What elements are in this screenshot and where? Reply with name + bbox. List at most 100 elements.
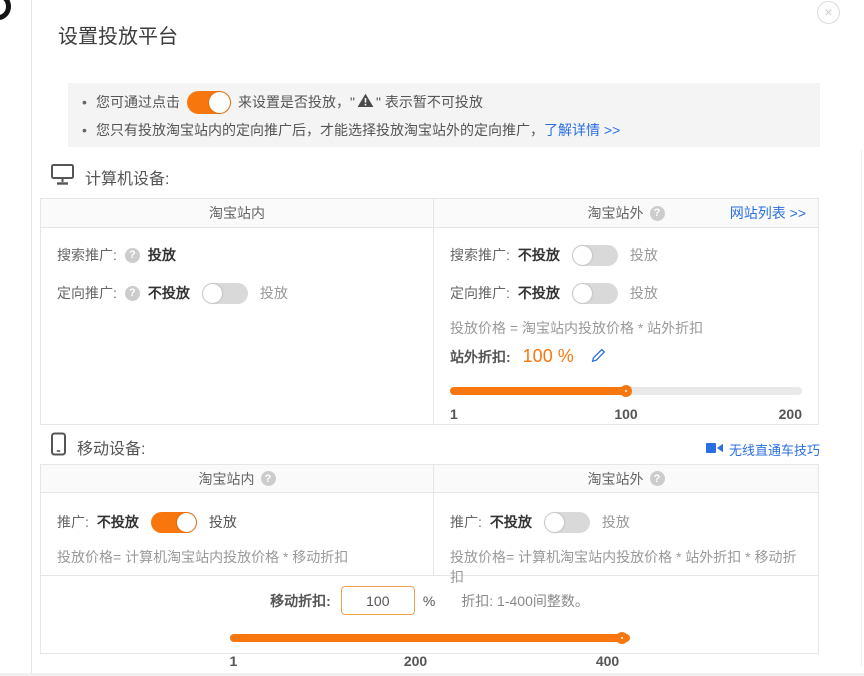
example-toggle[interactable] [187,91,231,114]
toggle-on-label: 投放 [209,512,237,532]
slider-fill [230,634,630,642]
scale-max: 400 [596,653,619,669]
mobile-outside-formula: 投放价格= 计算机淘宝站内投放价格 * 站外折扣 * 移动折扣 [450,547,802,587]
computer-outside-search-toggle[interactable] [572,245,618,266]
mobile-outside-header-label: 淘宝站外 [588,469,644,489]
wireless-tips-link[interactable]: 无线直通车技巧 [706,440,820,459]
mobile-section-title: 移动设备: [77,435,145,459]
learn-more-link[interactable]: 了解详情 >> [544,120,620,140]
outside-slider-scale: 1 100 200 [450,406,802,424]
search-promo-label: 搜索推广: [57,245,117,265]
computer-table: 淘宝站内 淘宝站外 ? 网站列表 >> 搜索推广: ? 投放 定向推广: ? 不… [40,198,819,425]
computer-outside-search-row: 搜索推广: 不投放 投放 [450,238,802,272]
help-icon[interactable]: ? [650,471,665,486]
notice-text-2: 您只有投放淘宝站内的定向推广后，才能选择投放淘宝站外的定向推广， [96,120,544,140]
mobile-inside-header: 淘宝站内 ? [41,465,433,492]
computer-section-header: 计算机设备: [50,163,169,191]
computer-inside-header: 淘宝站内 [41,199,433,227]
promo-status: 不投放 [490,512,532,532]
toggle-knob [573,284,592,303]
search-promo-label: 搜索推广: [450,245,510,265]
close-button[interactable]: × [817,1,840,24]
bullet-icon: • [82,122,96,138]
toggle-knob [203,284,222,303]
scale-min: 1 [230,653,238,669]
notice-line-1: • 您可通过点击 来设置是否投放，" " 表示暂不可投放 [82,88,806,116]
computer-inside-search-row: 搜索推广: ? 投放 [57,238,417,272]
mobile-discount-hint: 折扣: 1-400间整数。 [461,591,589,611]
dialog-right-border [861,150,862,666]
outside-discount-slider[interactable] [450,381,802,401]
computer-inside-cell: 搜索推广: ? 投放 定向推广: ? 不投放 投放 [41,228,433,424]
computer-outside-target-toggle[interactable] [572,283,618,304]
mobile-discount-row: 移动折扣: % 折扣: 1-400间整数。 1 200 400 [41,576,818,671]
slider-handle[interactable] [620,385,632,397]
outside-discount-line: 站外折扣: 100 % [450,346,802,367]
notice-text-before-toggle: 您可通过点击 [96,92,180,112]
bullet-icon: • [82,94,96,110]
outside-discount-label: 站外折扣: [450,347,511,367]
computer-inside-target-toggle[interactable] [202,283,248,304]
toggle-knob [209,92,230,113]
mobile-inside-toggle[interactable] [151,512,197,533]
mobile-outside-header: 淘宝站外 ? [433,465,818,492]
notice-line-2: • 您只有投放淘宝站内的定向推广后，才能选择投放淘宝站外的定向推广， 了解详情 … [82,116,806,144]
toggle-on-label: 投放 [602,512,630,532]
toggle-knob [177,513,196,532]
background-partial-icon [0,0,11,20]
help-icon[interactable]: ? [650,206,665,221]
mobile-outside-toggle[interactable] [544,512,590,533]
page-title: 设置投放平台 [58,20,178,49]
search-promo-status: 投放 [148,245,176,265]
notice-text-after-toggle: 来设置是否投放，" [238,92,355,112]
computer-outside-header: 淘宝站外 ? 网站列表 >> [433,199,818,227]
website-list-link[interactable]: 网站列表 >> [730,203,806,223]
toggle-on-label: 投放 [260,283,288,303]
mobile-discount-label: 移动折扣: [270,591,331,611]
warning-icon [357,93,374,111]
mobile-inside-cell: 推广: 不投放 投放 投放价格= 计算机淘宝站内投放价格 * 移动折扣 [41,493,433,575]
computer-outside-cell: 搜索推广: 不投放 投放 定向推广: 不投放 投放 投放价格 = 淘宝站内投放价… [433,228,818,424]
dialog-left-border [31,0,32,676]
mobile-discount-slider[interactable] [230,628,630,648]
monitor-icon [50,163,75,191]
toggle-on-label: 投放 [630,245,658,265]
mobile-section-header: 移动设备: [50,432,145,461]
close-icon: × [824,4,832,20]
set-platform-dialog: 设置投放平台 × • 您可通过点击 来设置是否投放，" " 表示暂不可投放 • … [0,0,864,676]
promo-label: 推广: [57,512,89,532]
mobile-outside-cell: 推广: 不投放 投放 投放价格= 计算机淘宝站内投放价格 * 站外折扣 * 移动… [433,493,818,575]
target-promo-status: 不投放 [518,283,560,303]
help-icon[interactable]: ? [261,471,276,486]
help-icon[interactable]: ? [125,286,140,301]
slider-handle[interactable] [616,632,628,644]
mobile-table: 淘宝站内 ? 淘宝站外 ? 推广: 不投放 投放 投放价格= 计算机淘宝站内投放… [40,464,819,654]
computer-outside-target-row: 定向推广: 不投放 投放 [450,276,802,310]
mobile-inside-promo-row: 推广: 不投放 投放 [57,505,417,539]
computer-table-header: 淘宝站内 淘宝站外 ? 网站列表 >> [41,199,818,228]
computer-inside-target-row: 定向推广: ? 不投放 投放 [57,276,417,310]
video-icon [706,441,724,458]
target-promo-label: 定向推广: [450,283,510,303]
target-promo-status: 不投放 [148,283,190,303]
mobile-outside-promo-row: 推广: 不投放 投放 [450,505,802,539]
computer-inside-header-label: 淘宝站内 [209,203,265,223]
scale-max: 200 [779,406,802,422]
mobile-inside-header-label: 淘宝站内 [199,469,255,489]
promo-label: 推广: [450,512,482,532]
help-icon[interactable]: ? [125,248,140,263]
mobile-slider-scale: 1 200 400 [230,653,630,671]
notice-box: • 您可通过点击 来设置是否投放，" " 表示暂不可投放 • 您只有投放淘宝站内… [68,83,820,147]
phone-icon [50,432,67,461]
computer-section-title: 计算机设备: [85,165,169,189]
target-promo-label: 定向推广: [57,283,117,303]
scale-mid: 200 [404,653,427,669]
outside-discount-value: 100 % [523,346,574,367]
notice-text-after-warning: " 表示暂不可投放 [376,92,483,112]
mobile-table-header: 淘宝站内 ? 淘宝站外 ? [41,465,818,493]
edit-pencil-icon[interactable] [590,347,606,366]
mobile-discount-unit: % [423,593,435,609]
toggle-on-label: 投放 [630,283,658,303]
mobile-discount-input[interactable] [341,586,415,615]
toggle-knob [545,513,564,532]
